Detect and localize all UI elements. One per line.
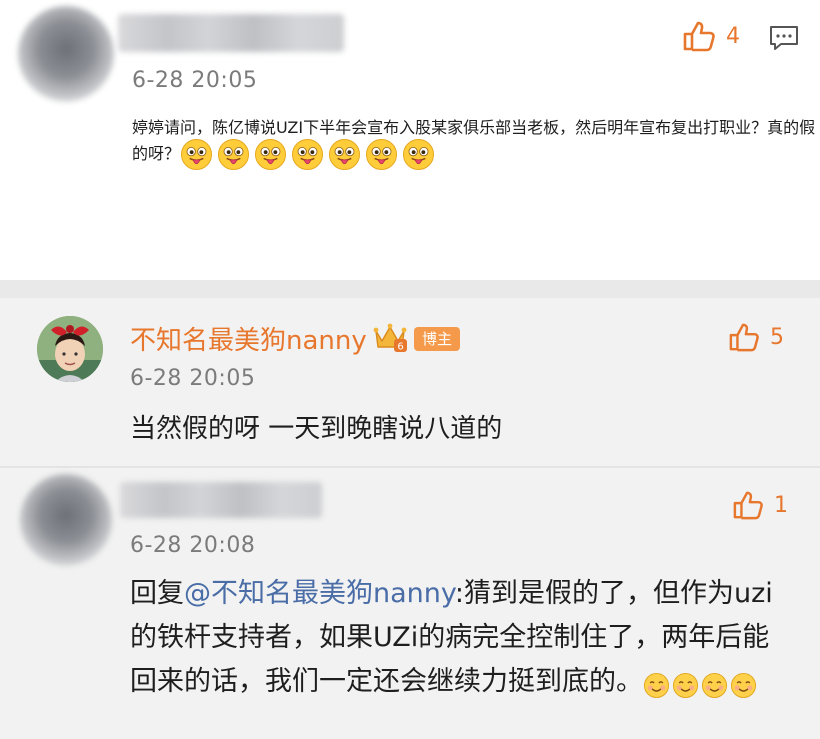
- comment-text: 当然假的呀 一天到晚瞎说八道的: [130, 414, 503, 444]
- like-button[interactable]: 5: [728, 322, 784, 352]
- like-button[interactable]: 4: [682, 20, 740, 52]
- avatar[interactable]: [20, 474, 112, 566]
- username[interactable]: 不知名最美狗nanny: [130, 320, 367, 357]
- tongue-out-face-icon: [291, 138, 324, 171]
- like-count: 1: [774, 492, 788, 518]
- svg-text:6: 6: [397, 342, 403, 353]
- tongue-out-face-icon: [254, 138, 287, 171]
- emoji-row: [643, 666, 759, 699]
- thumbs-up-icon: [683, 21, 715, 52]
- blurred-username[interactable]: [118, 14, 344, 52]
- mention-link[interactable]: @不知名最美狗nanny: [184, 578, 455, 609]
- blogger-badge: 博主: [414, 327, 461, 351]
- comment-date: 6-28 20:05: [130, 366, 256, 391]
- smiling-face-icon: [672, 669, 699, 699]
- avatar[interactable]: [37, 316, 103, 382]
- thumbs-up-icon: [733, 491, 763, 520]
- blurred-username[interactable]: [120, 482, 322, 518]
- tongue-out-face-icon: [217, 138, 250, 171]
- emoji-row: [180, 138, 439, 171]
- like-count: 5: [770, 324, 784, 350]
- reply-prefix: 回复: [130, 578, 184, 609]
- comment-text: 婷婷请问，陈亿博说UZI下半年会宣布入股某家俱乐部当老板，然后明年宣布复出打职业…: [132, 114, 820, 171]
- smiling-face-icon: [643, 669, 670, 699]
- avatar[interactable]: [18, 6, 114, 102]
- avatar-image: [37, 316, 103, 382]
- tongue-out-face-icon: [328, 138, 361, 171]
- tongue-out-face-icon: [365, 138, 398, 171]
- thumbs-up-icon: [729, 323, 759, 352]
- smiling-face-icon: [730, 669, 757, 699]
- comment-date: 6-28 20:05: [132, 68, 258, 93]
- comment-text: 回复@不知名最美狗nanny:猜到是假的了，但作为uzi的铁杆支持者，如果UZi…: [130, 572, 790, 704]
- like-button[interactable]: 1: [732, 490, 788, 520]
- smiling-face-icon: [701, 669, 728, 699]
- like-count: 4: [726, 23, 740, 49]
- tongue-out-face-icon: [180, 138, 213, 171]
- tongue-out-face-icon: [402, 138, 435, 171]
- comment-reply-icon[interactable]: [768, 24, 800, 52]
- section-divider: [0, 280, 820, 298]
- vip-crown-icon: 6: [373, 323, 407, 353]
- comment-date: 6-28 20:08: [130, 533, 256, 558]
